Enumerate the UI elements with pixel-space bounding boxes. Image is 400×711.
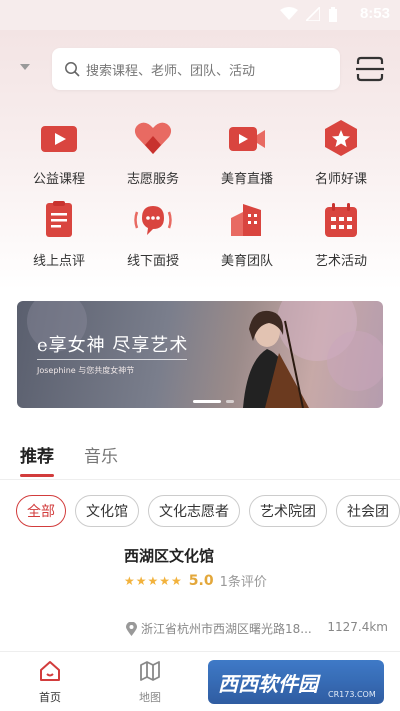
chat-bubble-icon	[134, 206, 172, 235]
tab-music[interactable]: 音乐	[84, 442, 118, 477]
building-icon	[231, 204, 261, 236]
live-camera-icon	[229, 127, 265, 151]
category-art-events[interactable]: 艺术活动	[294, 200, 388, 269]
category-online-review[interactable]: 线上点评	[12, 200, 106, 269]
category-label: 艺术活动	[314, 254, 367, 269]
category-label: 线上点评	[32, 254, 85, 269]
category-label: 美育直播	[220, 172, 273, 187]
heart-icon	[134, 122, 172, 154]
banner-subline: Josephine 与您共度女神节	[37, 366, 135, 375]
banner-dot[interactable]	[226, 400, 234, 403]
banner-divider	[37, 359, 187, 360]
category-live[interactable]: 美育直播	[200, 118, 294, 187]
filter-art-troupe[interactable]: 艺术院团	[249, 495, 327, 527]
status-bar: 8:53	[0, 0, 400, 30]
category-famous-teacher[interactable]: 名师好课	[294, 118, 388, 187]
promo-banner[interactable]: e享女神 尽享艺术 Josephine 与您共度女神节	[17, 301, 383, 408]
calendar-icon	[325, 203, 357, 237]
category-team[interactable]: 美育团队	[200, 200, 294, 269]
watermark-brand: 西西软件园	[218, 671, 318, 696]
tab-recommend[interactable]: 推荐	[20, 442, 54, 477]
play-video-icon	[41, 126, 77, 152]
venue-address: 浙江省杭州市西湖区曙光路18... 1127.4km	[126, 620, 388, 637]
search-input[interactable]: 搜索课程、老师、团队、活动	[52, 48, 340, 90]
location-dropdown-icon[interactable]	[20, 64, 30, 70]
location-pin-icon	[126, 621, 137, 636]
category-volunteer[interactable]: 志愿服务	[106, 118, 200, 187]
map-icon	[140, 661, 160, 681]
banner-dot-active[interactable]	[193, 400, 221, 403]
document-icon	[46, 201, 72, 237]
category-label: 名师好课	[314, 172, 367, 187]
filter-chips: 全部 文化馆 文化志愿者 艺术院团 社会团	[16, 495, 400, 527]
venue-name[interactable]: 西湖区文化馆	[124, 545, 214, 566]
category-public-course[interactable]: 公益课程	[12, 118, 106, 187]
status-icons	[280, 7, 338, 23]
filter-social-group[interactable]: 社会团	[336, 495, 400, 527]
tabs-divider	[0, 479, 400, 480]
category-label: 志愿服务	[126, 172, 179, 187]
filter-culture-center[interactable]: 文化馆	[75, 495, 139, 527]
category-label: 美育团队	[220, 254, 273, 269]
watermark-logo: 西西软件园 CR173.COM	[208, 660, 384, 704]
venue-score: 5.0	[188, 572, 214, 589]
address-text: 浙江省杭州市西湖区曙光路18...	[141, 622, 312, 636]
distance-text: 1127.4km	[327, 620, 388, 634]
category-label: 线下面授	[126, 254, 179, 269]
search-placeholder: 搜索课程、老师、团队、活动	[86, 63, 256, 79]
star-rating-icon: ★★★★★	[124, 573, 183, 588]
search-icon	[65, 62, 80, 77]
nav-label: 首页	[39, 691, 61, 704]
category-label: 公益课程	[32, 172, 85, 187]
clock: 8:53	[359, 5, 390, 22]
nav-label: 地图	[139, 691, 161, 704]
nav-map[interactable]: 地图	[120, 660, 180, 705]
content-tabs: 推荐 音乐	[20, 442, 118, 477]
category-offline-class[interactable]: 线下面授	[106, 200, 200, 269]
watermark-url: CR173.COM	[328, 690, 376, 699]
venue-rating: ★★★★★ 5.0 1条评价	[124, 571, 267, 591]
signal-icon	[306, 7, 320, 21]
scan-icon[interactable]	[356, 56, 384, 82]
banner-pagination	[193, 400, 234, 403]
battery-icon	[329, 7, 337, 22]
home-icon	[40, 661, 60, 681]
nav-home[interactable]: 首页	[20, 660, 80, 705]
filter-culture-volunteer[interactable]: 文化志愿者	[148, 495, 240, 527]
wifi-icon	[280, 7, 298, 20]
star-badge-icon	[325, 120, 357, 156]
banner-headline: e享女神 尽享艺术	[37, 335, 189, 356]
filter-all[interactable]: 全部	[16, 495, 66, 527]
venue-reviews: 1条评价	[219, 575, 267, 590]
